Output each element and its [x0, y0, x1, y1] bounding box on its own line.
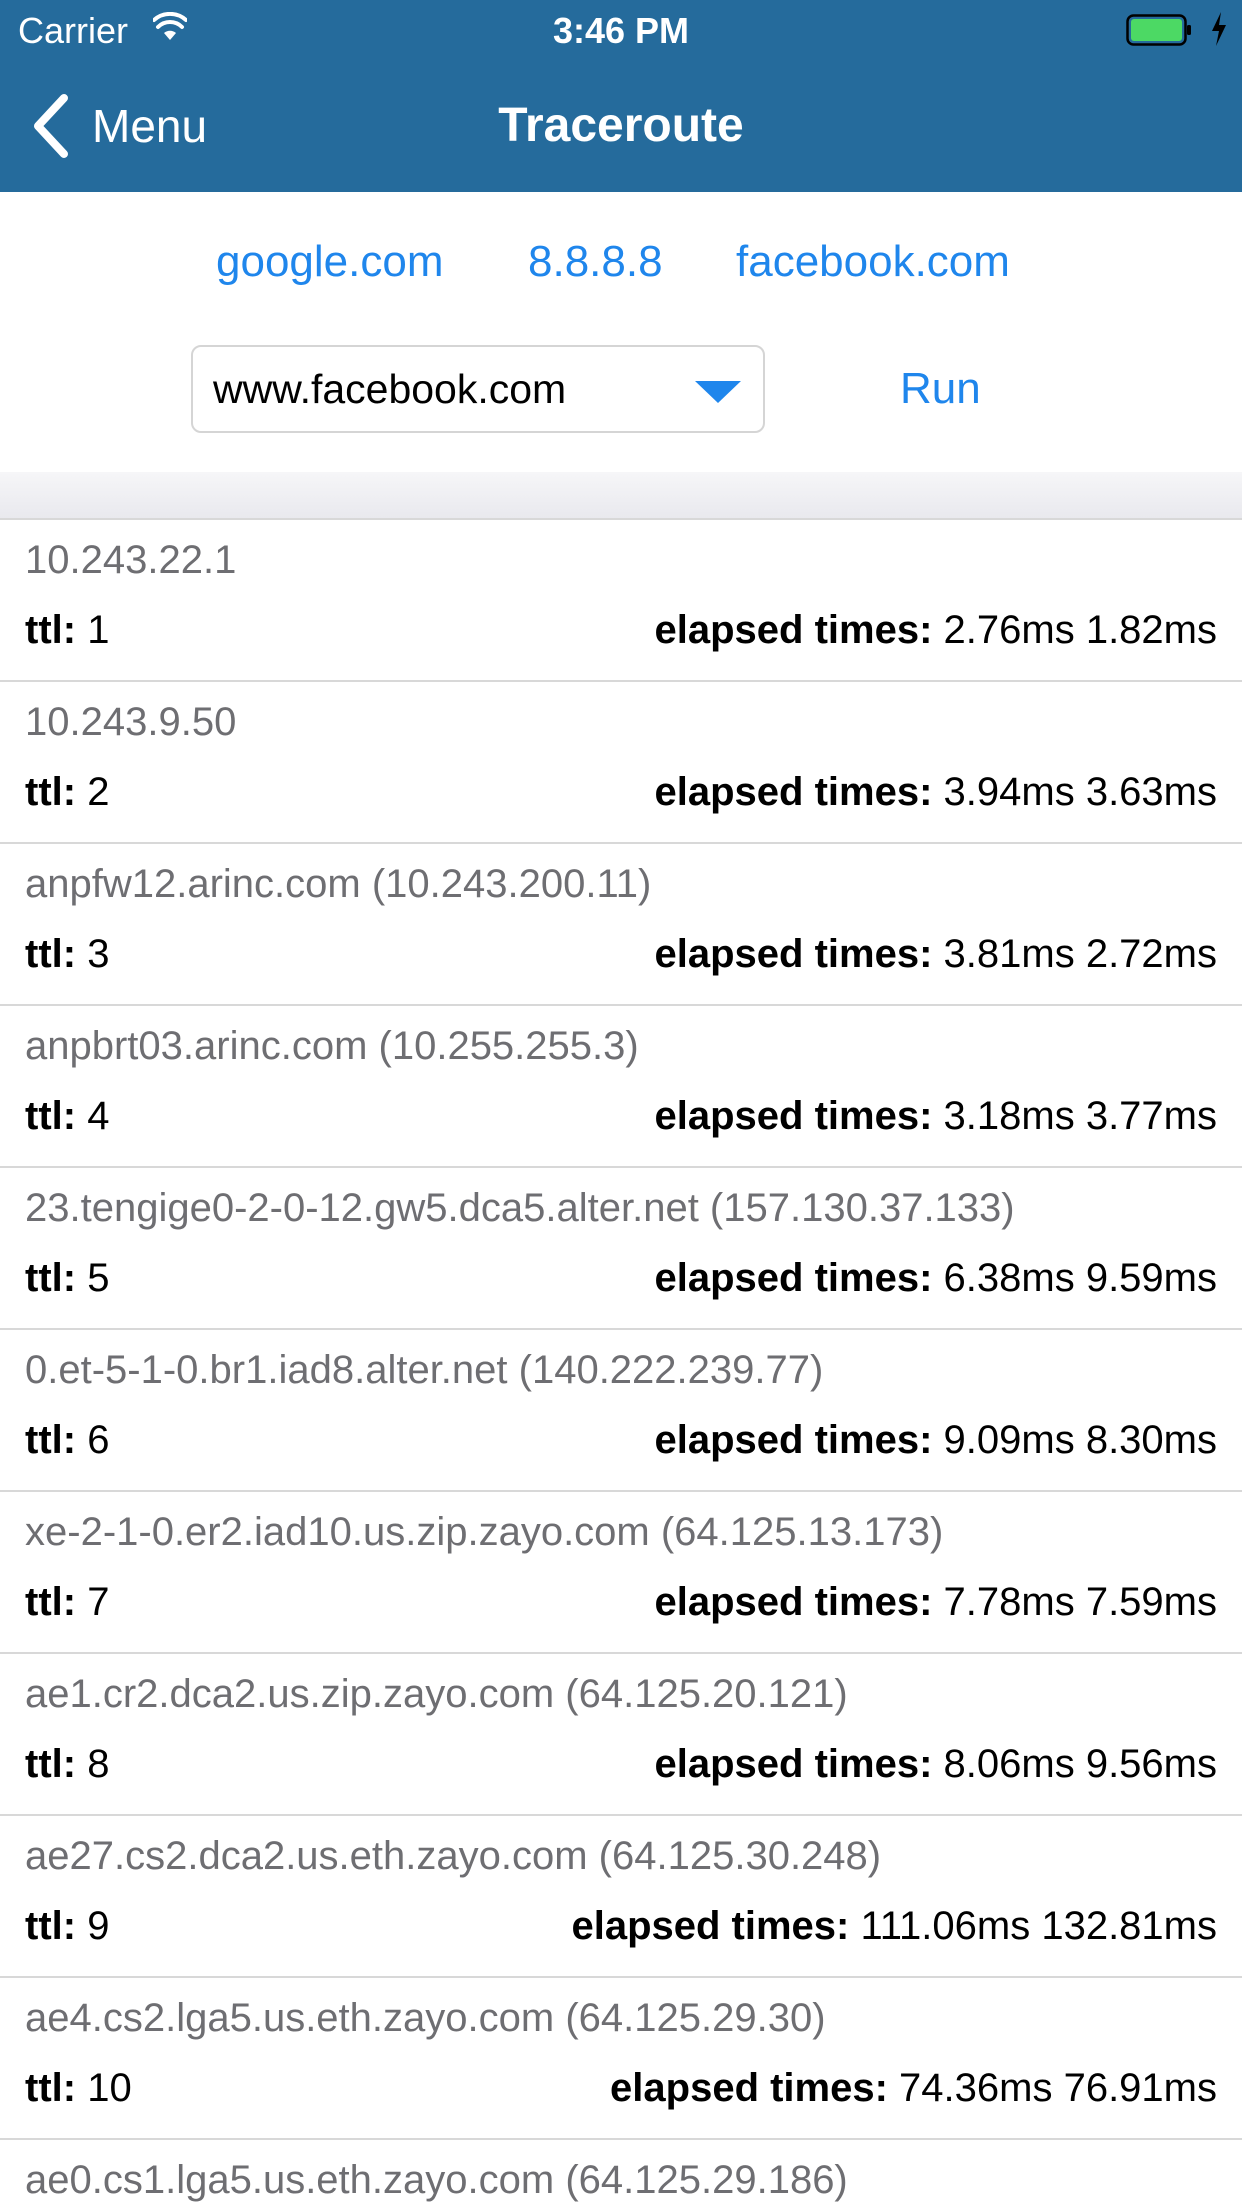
hop-host: 10.243.22.1	[25, 538, 237, 582]
hop-host: xe-2-1-0.er2.iad10.us.zip.zayo.com (64.1…	[25, 1510, 944, 1554]
ttl-label: ttl:	[25, 1418, 77, 1462]
host-select[interactable]: www.facebook.com	[191, 345, 765, 433]
elapsed-label: elapsed times:	[654, 1418, 933, 1462]
elapsed-values: 9.09ms 8.30ms	[943, 1418, 1217, 1462]
hop-row: ae1.cr2.dca2.us.zip.zayo.com (64.125.20.…	[0, 1654, 1242, 1816]
hop-host: ae1.cr2.dca2.us.zip.zayo.com (64.125.20.…	[25, 1672, 848, 1716]
hop-row: ae0.cs1.lga5.us.eth.zayo.com (64.125.29.…	[0, 2140, 1242, 2208]
elapsed-label: elapsed times:	[654, 608, 933, 652]
elapsed-values: 7.78ms 7.59ms	[943, 1580, 1217, 1624]
hop-row: ae4.cs2.lga5.us.eth.zayo.com (64.125.29.…	[0, 1978, 1242, 2140]
hop-ttl: ttl: 3	[25, 926, 109, 982]
section-divider	[0, 472, 1242, 520]
hop-ttl: ttl: 4	[25, 1088, 109, 1144]
ttl-label: ttl:	[25, 2066, 77, 2110]
hop-row: 10.243.22.1 ttl: 1 elapsed times: 2.76ms…	[0, 520, 1242, 682]
hop-row: 0.et-5-1-0.br1.iad8.alter.net (140.222.2…	[0, 1330, 1242, 1492]
ttl-value: 6	[87, 1418, 110, 1462]
ttl-value: 7	[87, 1580, 110, 1624]
hop-row: anpbrt03.arinc.com (10.255.255.3) ttl: 4…	[0, 1006, 1242, 1168]
ttl-value: 4	[87, 1094, 110, 1138]
hop-host: ae4.cs2.lga5.us.eth.zayo.com (64.125.29.…	[25, 1996, 826, 2040]
status-time: 3:46 PM	[552, 10, 690, 51]
host-select-value: www.facebook.com	[213, 366, 567, 412]
hop-host: 0.et-5-1-0.br1.iad8.alter.net (140.222.2…	[25, 1348, 824, 1392]
hop-row: 23.tengige0-2-0-12.gw5.dca5.alter.net (1…	[0, 1168, 1242, 1330]
charging-bolt-icon	[1212, 12, 1226, 46]
hop-elapsed-times: elapsed times: 3.18ms 3.77ms	[655, 1088, 1217, 1144]
ttl-value: 9	[87, 1904, 110, 1948]
ttl-label: ttl:	[25, 932, 77, 976]
hop-host: ae0.cs1.lga5.us.eth.zayo.com (64.125.29.…	[25, 2158, 848, 2202]
elapsed-label: elapsed times:	[654, 932, 933, 976]
hop-row: ae27.cs2.dca2.us.eth.zayo.com (64.125.30…	[0, 1816, 1242, 1978]
elapsed-values: 6.38ms 9.59ms	[943, 1256, 1217, 1300]
elapsed-label: elapsed times:	[654, 1256, 933, 1300]
ttl-label: ttl:	[25, 770, 77, 814]
elapsed-label: elapsed times:	[571, 1904, 850, 1948]
quick-host-links: google.com 8.8.8.8 facebook.com	[0, 232, 1242, 292]
hop-elapsed-times: elapsed times: 3.94ms 3.63ms	[655, 764, 1217, 820]
hop-ttl: ttl: 9	[25, 1898, 109, 1954]
hop-host: anpbrt03.arinc.com (10.255.255.3)	[25, 1024, 639, 1068]
chevron-down-icon	[695, 381, 741, 403]
hop-host: anpfw12.arinc.com (10.243.200.11)	[25, 862, 652, 906]
ttl-value: 5	[87, 1256, 110, 1300]
hop-list[interactable]: 10.243.22.1 ttl: 1 elapsed times: 2.76ms…	[0, 520, 1242, 2208]
ttl-label: ttl:	[25, 1256, 77, 1300]
ttl-label: ttl:	[25, 1742, 77, 1786]
elapsed-values: 3.81ms 2.72ms	[943, 932, 1217, 976]
elapsed-values: 8.06ms 9.56ms	[943, 1742, 1217, 1786]
elapsed-label: elapsed times:	[610, 2066, 888, 2110]
battery-icon	[1126, 14, 1191, 46]
hop-ttl: ttl: 5	[25, 1250, 109, 1306]
hop-ttl: ttl: 6	[25, 1412, 109, 1468]
hop-row: anpfw12.arinc.com (10.243.200.11) ttl: 3…	[0, 844, 1242, 1006]
quick-link-facebook[interactable]: facebook.com	[736, 232, 1010, 292]
ttl-value: 1	[87, 608, 110, 652]
hop-elapsed-times: elapsed times: 8.06ms 9.56ms	[655, 1736, 1217, 1792]
navigation-bar: Carrier 3:46 PM Menu Traceroute	[0, 0, 1242, 192]
hop-ttl: ttl: 2	[25, 764, 109, 820]
page-title: Traceroute	[498, 99, 744, 152]
hop-ttl: ttl: 8	[25, 1736, 109, 1792]
ttl-value: 10	[87, 2066, 132, 2110]
elapsed-label: elapsed times:	[654, 1742, 933, 1786]
hop-ttl: ttl: 7	[25, 1574, 109, 1630]
hop-elapsed-times: elapsed times: 3.81ms 2.72ms	[655, 926, 1217, 982]
elapsed-values: 74.36ms 76.91ms	[899, 2066, 1217, 2110]
elapsed-label: elapsed times:	[654, 1580, 933, 1624]
ttl-label: ttl:	[25, 1580, 77, 1624]
hop-elapsed-times: elapsed times: 9.09ms 8.30ms	[655, 1412, 1217, 1468]
quick-link-google[interactable]: google.com	[216, 232, 443, 292]
hop-elapsed-times: elapsed times: 7.78ms 7.59ms	[655, 1574, 1217, 1630]
elapsed-values: 111.06ms 132.81ms	[860, 1904, 1217, 1948]
elapsed-label: elapsed times:	[654, 1094, 933, 1138]
hop-ttl: ttl: 1	[25, 602, 109, 658]
hop-elapsed-times: elapsed times: 6.38ms 9.59ms	[655, 1250, 1217, 1306]
hop-host: 23.tengige0-2-0-12.gw5.dca5.alter.net (1…	[25, 1186, 1015, 1230]
hop-elapsed-times: elapsed times: 74.36ms 76.91ms	[610, 2060, 1217, 2116]
ttl-value: 2	[87, 770, 110, 814]
ttl-label: ttl:	[25, 1904, 77, 1948]
hop-host: ae27.cs2.dca2.us.eth.zayo.com (64.125.30…	[25, 1834, 882, 1878]
elapsed-values: 3.18ms 3.77ms	[943, 1094, 1217, 1138]
ttl-label: ttl:	[25, 608, 77, 652]
hop-ttl: ttl: 10	[25, 2060, 132, 2116]
hop-elapsed-times: elapsed times: 2.76ms 1.82ms	[655, 602, 1217, 658]
hop-row: xe-2-1-0.er2.iad10.us.zip.zayo.com (64.1…	[0, 1492, 1242, 1654]
ttl-value: 8	[87, 1742, 110, 1786]
hop-row: 10.243.9.50 ttl: 2 elapsed times: 3.94ms…	[0, 682, 1242, 844]
elapsed-label: elapsed times:	[654, 770, 933, 814]
hop-elapsed-times: elapsed times: 111.06ms 132.81ms	[571, 1898, 1217, 1954]
ttl-value: 3	[87, 932, 110, 976]
elapsed-values: 3.94ms 3.63ms	[943, 770, 1217, 814]
quick-link-dns[interactable]: 8.8.8.8	[528, 232, 663, 292]
ttl-label: ttl:	[25, 1094, 77, 1138]
run-button[interactable]: Run	[900, 359, 981, 419]
hop-host: 10.243.9.50	[25, 700, 237, 744]
elapsed-values: 2.76ms 1.82ms	[943, 608, 1217, 652]
